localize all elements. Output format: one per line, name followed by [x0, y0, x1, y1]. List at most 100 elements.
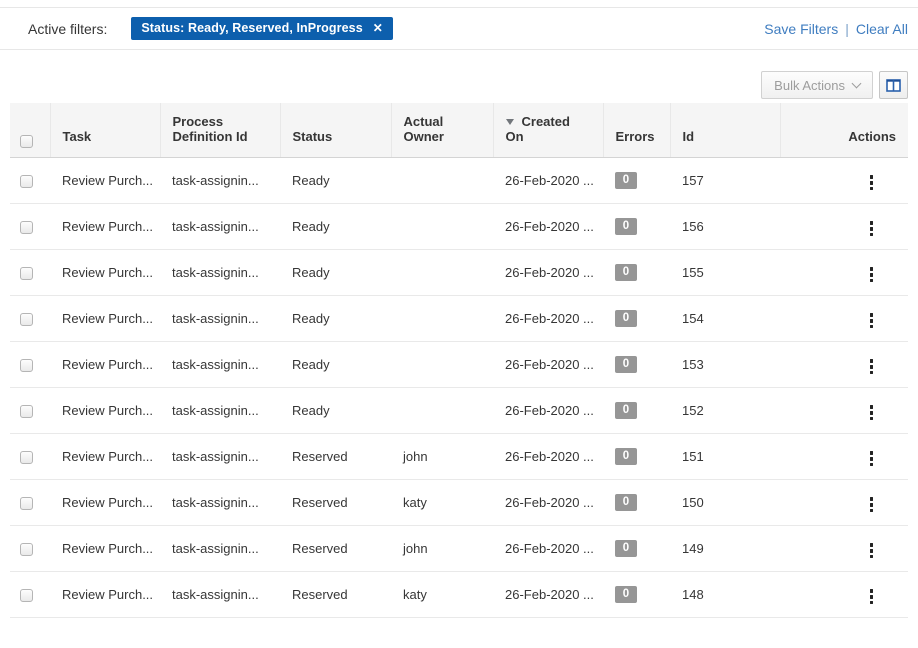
cell-actual-owner: [391, 341, 493, 387]
kebab-menu-icon[interactable]: [866, 540, 877, 561]
cell-actual-owner: [391, 295, 493, 341]
cell-task[interactable]: Review Purch...: [50, 387, 160, 433]
cell-process-definition-id: task-assignin...: [160, 479, 280, 525]
active-filters-bar: Active filters: Status: Ready, Reserved,…: [0, 7, 918, 50]
errors-badge: 0: [615, 494, 637, 512]
header-id[interactable]: Id: [670, 103, 780, 157]
cell-created-on: 26-Feb-2020 ...: [493, 387, 603, 433]
errors-badge: 0: [615, 218, 637, 236]
errors-badge: 0: [615, 172, 637, 190]
kebab-menu-icon[interactable]: [866, 402, 877, 423]
kebab-menu-icon[interactable]: [866, 448, 877, 469]
cell-created-on: 26-Feb-2020 ...: [493, 479, 603, 525]
kebab-menu-icon[interactable]: [866, 172, 877, 193]
table-body: Review Purch... task-assignin... Ready 2…: [10, 157, 908, 617]
cell-id: 150: [670, 479, 780, 525]
header-task[interactable]: Task: [50, 103, 160, 157]
kebab-menu-icon[interactable]: [866, 494, 877, 515]
cell-id: 154: [670, 295, 780, 341]
kebab-menu-icon[interactable]: [866, 264, 877, 285]
cell-actual-owner: [391, 203, 493, 249]
kebab-menu-icon[interactable]: [866, 356, 877, 377]
cell-actual-owner: john: [391, 433, 493, 479]
close-icon[interactable]: ✕: [373, 22, 383, 34]
cell-errors: 0: [603, 479, 670, 525]
cell-actual-owner: [391, 249, 493, 295]
cell-task[interactable]: Review Purch...: [50, 157, 160, 203]
filter-chip-text: Status: Ready, Reserved, InProgress: [141, 21, 362, 35]
header-created-on-label: Created On: [506, 114, 570, 144]
cell-task[interactable]: Review Purch...: [50, 249, 160, 295]
header-actual-owner[interactable]: Actual Owner: [391, 103, 493, 157]
header-process-definition-id[interactable]: Process Definition Id: [160, 103, 280, 157]
cell-task[interactable]: Review Purch...: [50, 571, 160, 617]
cell-actions: [780, 249, 908, 295]
row-checkbox[interactable]: [20, 267, 33, 280]
cell-actions: [780, 433, 908, 479]
cell-id: 148: [670, 571, 780, 617]
manage-columns-button[interactable]: [879, 71, 908, 99]
cell-process-definition-id: task-assignin...: [160, 249, 280, 295]
cell-task[interactable]: Review Purch...: [50, 433, 160, 479]
cell-created-on: 26-Feb-2020 ...: [493, 571, 603, 617]
select-all-checkbox[interactable]: [20, 135, 33, 148]
cell-status: Reserved: [280, 433, 391, 479]
filter-chip-status[interactable]: Status: Ready, Reserved, InProgress ✕: [131, 17, 393, 40]
cell-process-definition-id: task-assignin...: [160, 341, 280, 387]
cell-actions: [780, 387, 908, 433]
save-filters-link[interactable]: Save Filters: [764, 21, 838, 37]
cell-status: Ready: [280, 341, 391, 387]
cell-id: 157: [670, 157, 780, 203]
cell-task[interactable]: Review Purch...: [50, 341, 160, 387]
table-row: Review Purch... task-assignin... Ready 2…: [10, 249, 908, 295]
cell-status: Ready: [280, 157, 391, 203]
cell-errors: 0: [603, 295, 670, 341]
table-row: Review Purch... task-assignin... Reserve…: [10, 525, 908, 571]
cell-actions: [780, 571, 908, 617]
kebab-menu-icon[interactable]: [866, 586, 877, 607]
cell-actions: [780, 203, 908, 249]
cell-task[interactable]: Review Purch...: [50, 479, 160, 525]
cell-id: 151: [670, 433, 780, 479]
errors-badge: 0: [615, 310, 637, 328]
header-created-on[interactable]: Created On: [493, 103, 603, 157]
cell-errors: 0: [603, 249, 670, 295]
header-actions: Actions: [780, 103, 908, 157]
row-checkbox[interactable]: [20, 543, 33, 556]
header-status[interactable]: Status: [280, 103, 391, 157]
kebab-menu-icon[interactable]: [866, 310, 877, 331]
row-checkbox[interactable]: [20, 175, 33, 188]
cell-actions: [780, 341, 908, 387]
errors-badge: 0: [615, 586, 637, 604]
table-header-row: Task Process Definition Id Status Actual…: [10, 103, 908, 157]
kebab-menu-icon[interactable]: [866, 218, 877, 239]
row-checkbox[interactable]: [20, 359, 33, 372]
cell-errors: 0: [603, 387, 670, 433]
row-select-cell: [10, 157, 50, 203]
cell-process-definition-id: task-assignin...: [160, 295, 280, 341]
cell-errors: 0: [603, 433, 670, 479]
cell-status: Ready: [280, 295, 391, 341]
row-select-cell: [10, 249, 50, 295]
cell-created-on: 26-Feb-2020 ...: [493, 433, 603, 479]
row-checkbox[interactable]: [20, 589, 33, 602]
cell-task[interactable]: Review Purch...: [50, 525, 160, 571]
clear-all-link[interactable]: Clear All: [856, 21, 908, 37]
row-checkbox[interactable]: [20, 221, 33, 234]
filter-links: Save Filters | Clear All: [764, 21, 908, 37]
bulk-actions-button[interactable]: Bulk Actions: [761, 71, 873, 99]
links-separator: |: [845, 21, 849, 37]
cell-errors: 0: [603, 525, 670, 571]
cell-actions: [780, 525, 908, 571]
cell-actual-owner: katy: [391, 571, 493, 617]
row-checkbox[interactable]: [20, 313, 33, 326]
cell-status: Ready: [280, 387, 391, 433]
cell-actual-owner: [391, 387, 493, 433]
cell-task[interactable]: Review Purch...: [50, 295, 160, 341]
row-checkbox[interactable]: [20, 497, 33, 510]
row-checkbox[interactable]: [20, 405, 33, 418]
row-checkbox[interactable]: [20, 451, 33, 464]
cell-task[interactable]: Review Purch...: [50, 203, 160, 249]
table-row: Review Purch... task-assignin... Reserve…: [10, 433, 908, 479]
header-errors[interactable]: Errors: [603, 103, 670, 157]
